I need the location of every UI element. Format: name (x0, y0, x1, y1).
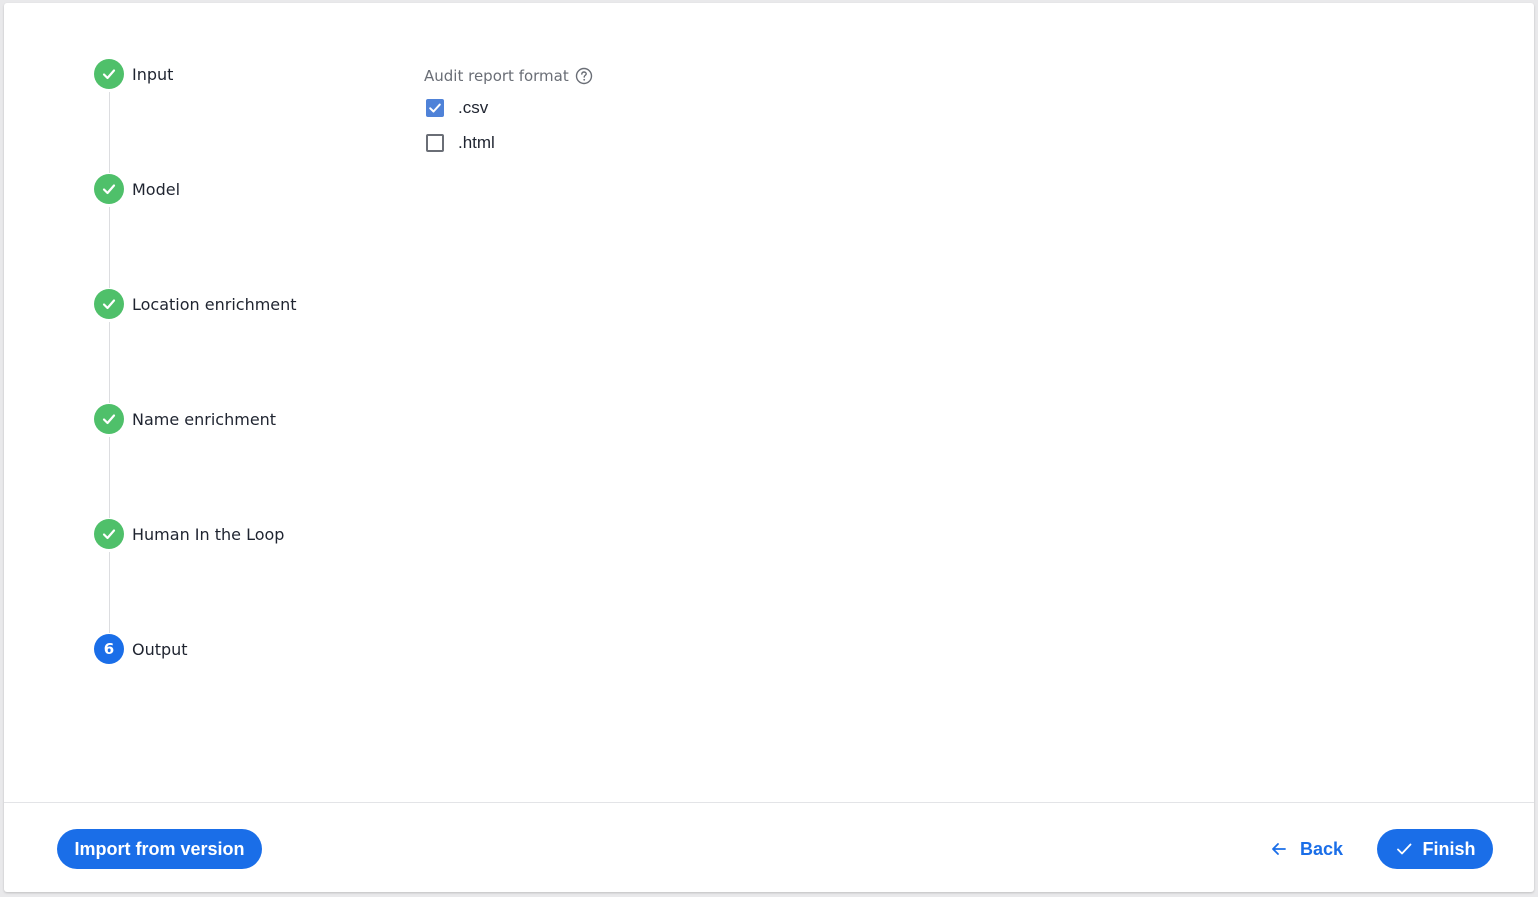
finish-label: Finish (1422, 838, 1476, 859)
step-name-enrichment[interactable]: Name enrichment (94, 403, 276, 435)
step-connector (109, 207, 110, 288)
step-number: 6 (94, 634, 124, 664)
step-connector (109, 437, 110, 518)
check-icon (1395, 840, 1413, 858)
help-circle-icon[interactable] (575, 67, 593, 85)
step-label: Location enrichment (132, 294, 297, 314)
step-output[interactable]: 6 Output (94, 633, 188, 665)
step-connector (109, 322, 110, 403)
step-connector (109, 552, 110, 633)
html-option[interactable]: .html (426, 125, 593, 160)
footer-divider (4, 802, 1534, 803)
import-from-version-button[interactable]: Import from version (57, 829, 262, 869)
html-label: .html (458, 132, 495, 152)
wizard-card: Input Model Location enrichment Name enr… (4, 3, 1534, 892)
check-icon (94, 174, 124, 204)
step-connector (109, 92, 110, 173)
csv-checkbox[interactable] (426, 98, 444, 117)
step-model[interactable]: Model (94, 173, 180, 205)
finish-button[interactable]: Finish (1377, 829, 1493, 869)
html-checkbox[interactable] (426, 133, 444, 152)
step-input[interactable]: Input (94, 58, 173, 90)
csv-label: .csv (458, 97, 489, 117)
check-icon (94, 59, 124, 89)
check-icon (94, 289, 124, 319)
arrow-left-icon (1270, 840, 1288, 858)
check-icon (94, 519, 124, 549)
step-label: Name enrichment (132, 409, 277, 429)
step-location-enrichment[interactable]: Location enrichment (94, 288, 297, 320)
step-label: Output (132, 639, 188, 659)
audit-report-format-field: Audit report format .csv .html (424, 66, 593, 160)
check-icon (94, 404, 124, 434)
csv-option[interactable]: .csv (426, 90, 593, 125)
step-label: Model (132, 179, 181, 199)
back-label: Back (1300, 838, 1344, 859)
back-button[interactable]: Back (1270, 829, 1350, 869)
step-label: Input (132, 64, 174, 84)
field-label-row: Audit report format (424, 66, 593, 86)
step-human-in-the-loop[interactable]: Human In the Loop (94, 518, 284, 550)
audit-report-format-label: Audit report format (424, 67, 569, 85)
step-label: Human In the Loop (132, 524, 285, 544)
